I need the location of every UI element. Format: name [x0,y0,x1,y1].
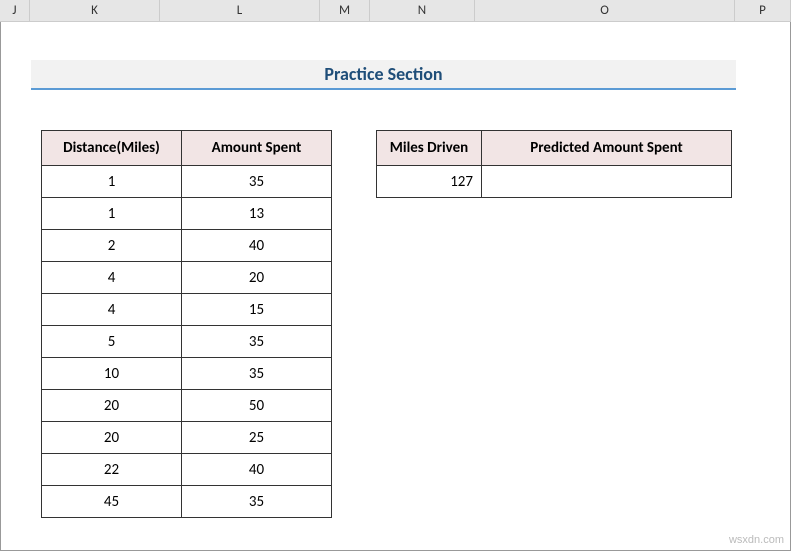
cell-amount[interactable]: 13 [182,198,332,230]
table-row: 240 [42,230,332,262]
header-predicted-amount[interactable]: Predicted Amount Spent [482,131,732,166]
cell-distance[interactable]: 22 [42,454,182,486]
data-tbody: 135 113 240 420 415 535 1035 2050 2025 2… [42,166,332,518]
table-row: 420 [42,262,332,294]
col-header-K[interactable]: K [30,0,160,21]
cell-distance[interactable]: 2 [42,230,182,262]
col-header-O[interactable]: O [475,0,735,21]
pred-header-row: Miles Driven Predicted Amount Spent [377,131,732,166]
table-row: 415 [42,294,332,326]
cell-amount[interactable]: 35 [182,358,332,390]
table-row: 2025 [42,422,332,454]
cell-amount[interactable]: 40 [182,454,332,486]
table-row: 113 [42,198,332,230]
cell-amount[interactable]: 20 [182,262,332,294]
cell-amount[interactable]: 40 [182,230,332,262]
col-header-M[interactable]: M [320,0,370,21]
table-row: 2050 [42,390,332,422]
cell-distance[interactable]: 45 [42,486,182,518]
cell-distance[interactable]: 1 [42,166,182,198]
cell-predicted-amount[interactable] [482,166,732,198]
cell-amount[interactable]: 35 [182,326,332,358]
table-row: 1035 [42,358,332,390]
page-title: Practice Section [324,63,442,85]
prediction-table: Miles Driven Predicted Amount Spent 127 [376,130,732,198]
header-miles-driven[interactable]: Miles Driven [377,131,482,166]
header-amount[interactable]: Amount Spent [182,131,332,166]
distance-amount-table: Distance(Miles) Amount Spent 135 113 240… [41,130,332,518]
worksheet-grid[interactable]: Practice Section Distance(Miles) Amount … [0,22,791,551]
cell-distance[interactable]: 5 [42,326,182,358]
table-row: 535 [42,326,332,358]
pred-row: 127 [377,166,732,198]
cell-amount[interactable]: 35 [182,486,332,518]
cell-distance[interactable]: 4 [42,262,182,294]
cell-distance[interactable]: 10 [42,358,182,390]
cell-distance[interactable]: 1 [42,198,182,230]
table-row: 4535 [42,486,332,518]
cell-miles-driven[interactable]: 127 [377,166,482,198]
cell-amount[interactable]: 25 [182,422,332,454]
col-header-P[interactable]: P [735,0,791,21]
col-header-N[interactable]: N [370,0,475,21]
table-row: 2240 [42,454,332,486]
cell-distance[interactable]: 4 [42,294,182,326]
column-headers-row: J K L M N O P [0,0,791,22]
watermark: wsxdn.com [729,534,784,546]
cell-distance[interactable]: 20 [42,390,182,422]
cell-amount[interactable]: 35 [182,166,332,198]
title-banner: Practice Section [31,60,736,90]
header-distance[interactable]: Distance(Miles) [42,131,182,166]
table-row: 135 [42,166,332,198]
col-header-L[interactable]: L [160,0,320,21]
col-header-J[interactable]: J [0,0,30,21]
cell-amount[interactable]: 50 [182,390,332,422]
cell-distance[interactable]: 20 [42,422,182,454]
cell-amount[interactable]: 15 [182,294,332,326]
table-header-row: Distance(Miles) Amount Spent [42,131,332,166]
